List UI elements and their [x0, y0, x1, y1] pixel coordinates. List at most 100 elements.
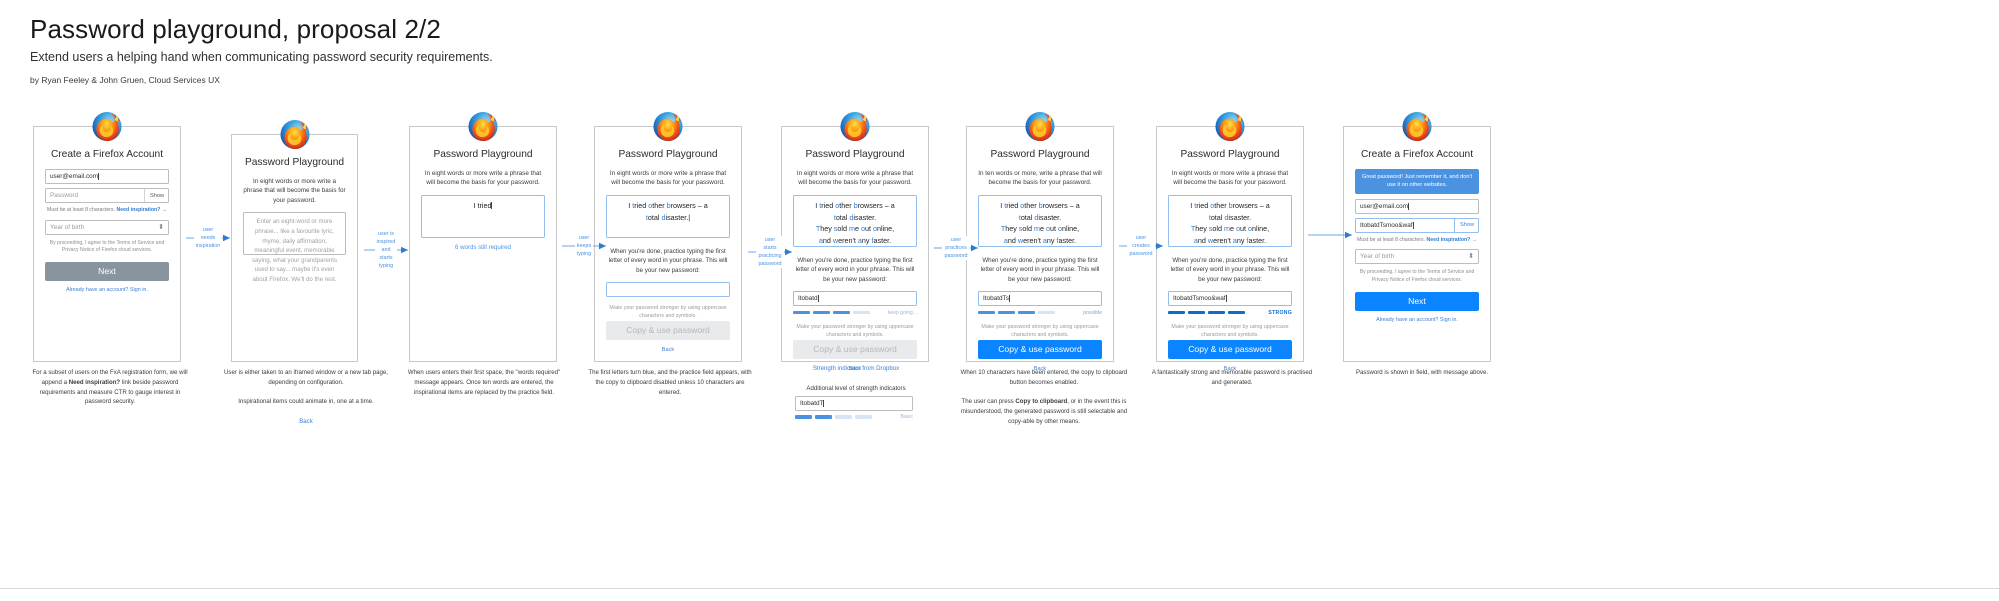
- panel-prompt: In ten words or more, write a phrase tha…: [978, 170, 1102, 187]
- panel-6-playground-password-2: Password Playground In ten words or more,…: [966, 111, 1114, 372]
- demo-password-value: ItobatdT: [800, 400, 824, 407]
- practice-instructions: When you're done, practice typing the fi…: [1170, 256, 1290, 284]
- field-value: Password: [50, 192, 79, 199]
- phrase-textarea[interactable]: I tried other browsers – a total disaster…: [978, 194, 1102, 247]
- panel-title: Password Playground: [990, 149, 1090, 160]
- panel-prompt: In eight words or more write a phrase th…: [424, 170, 542, 187]
- next-button[interactable]: Next: [1355, 291, 1479, 311]
- panel-prompt: In eight words or more write a phrase th…: [1171, 170, 1289, 187]
- phrase-textarea[interactable]: I tried other browsers – a total disaster…: [1168, 194, 1292, 247]
- stepper-icon[interactable]: ⬍: [158, 224, 164, 231]
- connector-label: user practices password: [942, 236, 970, 261]
- page-title: Password playground, proposal 2/2: [30, 14, 441, 44]
- text-caret: [98, 173, 100, 180]
- arrow-icon: [1308, 231, 1352, 239]
- phrase-textarea[interactable]: I tried other browsers – a total disaster…: [793, 194, 917, 247]
- strength-segment: [835, 415, 852, 419]
- demo-strength-indicator: Basic: [795, 414, 913, 420]
- email-field[interactable]: user@email.com: [45, 169, 169, 184]
- caption-8: Password is shown in field, with message…: [1355, 369, 1489, 376]
- year-of-birth-field[interactable]: Year of birth ⬍: [45, 219, 169, 235]
- panel-title: Password Playground: [618, 149, 718, 160]
- panel-title: Password Playground: [433, 149, 533, 160]
- panel-prompt: In eight words or more write a phrase th…: [609, 170, 727, 187]
- caption-1: For a subset of users on the FxA registr…: [32, 369, 188, 406]
- year-of-birth-field[interactable]: Year of birth ⬍: [1355, 249, 1479, 265]
- stepper-icon[interactable]: ⬍: [1468, 253, 1474, 260]
- connector-7: [1308, 230, 1352, 240]
- field-value: ItobatdTsmoo&waf: [1173, 294, 1226, 302]
- panel-content: Password Playground In eight words or mor…: [410, 127, 556, 251]
- practice-instructions: When you're done, practice typing the fi…: [608, 247, 728, 275]
- connector-3: user keeps typing: [562, 234, 606, 259]
- phrase-textarea[interactable]: Enter an eight-word or more phrase... li…: [243, 212, 346, 283]
- strength-segment: [1208, 310, 1225, 315]
- copy-use-password-button[interactable]: Copy & use password: [1168, 339, 1292, 359]
- next-button[interactable]: Next: [45, 261, 169, 281]
- password-tip: Make your password stronger by using upp…: [1171, 323, 1289, 338]
- connector-label: user needs inspiration: [193, 226, 223, 251]
- panel-title: Create a Firefox Account: [1360, 149, 1474, 160]
- password-tip: Make your password stronger by using upp…: [609, 304, 727, 319]
- show-password-button[interactable]: Show: [144, 189, 164, 202]
- panel-content: Password Playground In eight words or mor…: [1157, 127, 1303, 372]
- password-field[interactable]: Password Show: [45, 188, 169, 203]
- copy-use-password-button[interactable]: Copy & use password: [978, 339, 1102, 359]
- field-value: Year of birth: [50, 223, 85, 231]
- bottom-divider: [0, 588, 1999, 589]
- panel-prompt: In eight words or more write a phrase th…: [796, 170, 914, 187]
- copy-use-password-button[interactable]: Copy & use password: [606, 320, 730, 340]
- panel-3-playground-typing: Password Playground In eight words or mor…: [409, 111, 557, 362]
- demo-password-field[interactable]: ItobatdT: [795, 396, 913, 411]
- practice-instructions: When you're done, practice typing the fi…: [980, 256, 1100, 284]
- strength-indicator: keep going...: [793, 310, 917, 316]
- strength-segment: [833, 310, 850, 315]
- panel-prompt: In eight words or more write a phrase th…: [243, 178, 346, 204]
- strength-segment: [795, 415, 812, 419]
- strength-segment: [998, 310, 1015, 315]
- strength-segment: [855, 415, 872, 419]
- need-inspiration-link[interactable]: Need inspiration?: [117, 207, 161, 213]
- practice-password-field[interactable]: Itobatd: [793, 290, 917, 306]
- field-value: Itobatd: [798, 294, 818, 302]
- field-value: user@email.com: [50, 173, 99, 180]
- page-subtitle: Extend users a helping hand when communi…: [30, 50, 493, 64]
- practice-password-field[interactable]: [606, 281, 730, 297]
- sign-in-link[interactable]: Already have an account? Sign in.: [45, 287, 169, 293]
- text-caret: [823, 400, 825, 407]
- password-hint: Must be at least 8 characters. Need insp…: [47, 207, 167, 213]
- show-password-button[interactable]: Show: [1454, 218, 1474, 232]
- text-caret: [1225, 294, 1227, 302]
- strength-segment: [1168, 310, 1185, 315]
- phrase-textarea[interactable]: I tried: [421, 194, 545, 238]
- strength-label: Basic: [900, 414, 913, 420]
- text-caret: [1412, 221, 1414, 229]
- caption-7: A fantastically strong and memorable pas…: [1151, 369, 1313, 386]
- text-caret: [1008, 294, 1010, 302]
- phrase-textarea[interactable]: I tried other browsers – a total disaster…: [606, 194, 730, 238]
- panel-content: Password Playground In ten words or more,…: [967, 127, 1113, 372]
- panel-content: Password Playground In eight words or mor…: [782, 127, 928, 372]
- back-link[interactable]: Back: [606, 347, 730, 353]
- panel-title: Create a Firefox Account: [50, 149, 164, 160]
- strength-segment: [853, 310, 870, 315]
- connector-4: user starts practicing password: [748, 236, 792, 269]
- password-tip: Make your password stronger by using upp…: [796, 323, 914, 338]
- practice-password-field[interactable]: ItobatdTsmoo&waf: [1168, 290, 1292, 306]
- password-field[interactable]: ItobatdTsmoo&waf Show: [1355, 217, 1479, 233]
- firefox-logo-icon: [653, 111, 684, 142]
- caption-3: When users enters their first space, the…: [407, 369, 561, 396]
- caption-5: Strength indicator from Dropbox Additiona…: [806, 365, 906, 392]
- practice-password-field[interactable]: ItobatdTs: [978, 290, 1102, 306]
- firefox-logo-icon: [92, 111, 123, 142]
- sign-in-link[interactable]: Already have an account? Sign in.: [1355, 317, 1479, 323]
- text-caret: [1408, 202, 1410, 210]
- panel-7-playground-strong: Password Playground In eight words or mor…: [1156, 111, 1304, 372]
- email-field[interactable]: user@email.com: [1355, 198, 1479, 214]
- panel-5-playground-password: Password Playground In eight words or mor…: [781, 111, 929, 372]
- panel-content: Create a Firefox Account Great password! …: [1344, 127, 1490, 323]
- copy-use-password-button[interactable]: Copy & use password: [793, 339, 917, 359]
- connector-2: user is inspired and starts typing: [364, 230, 408, 271]
- panel-content: Password Playground In eight words or mor…: [595, 127, 741, 353]
- need-inspiration-link[interactable]: Need inspiration?: [1427, 237, 1471, 243]
